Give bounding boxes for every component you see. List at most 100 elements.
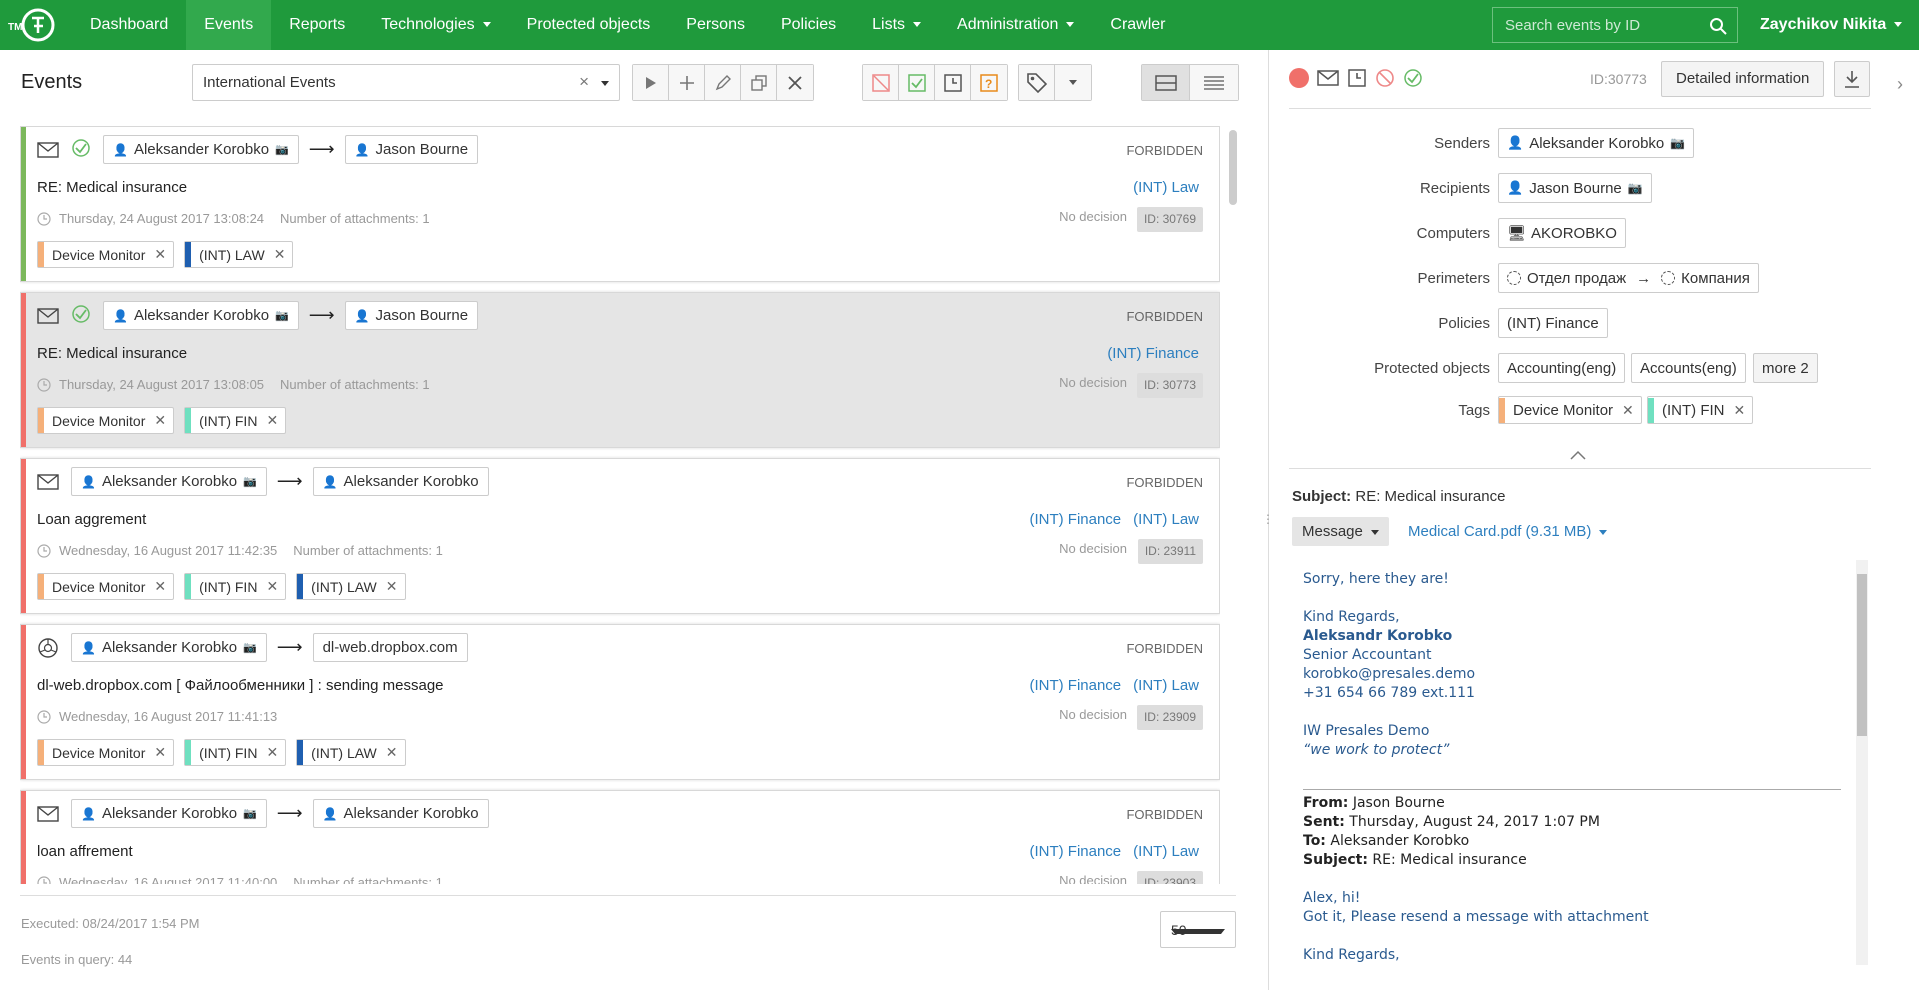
detail-tag[interactable]: (INT) FIN ✕ — [1647, 396, 1754, 424]
remove-tag-icon[interactable]: ✕ — [1622, 402, 1634, 419]
event-card[interactable]: 👤 Aleksander Korobko 📷 ⟶ 👤 Jason Bourne FOR… — [20, 126, 1220, 282]
policy-link[interactable]: (INT) Law — [1133, 677, 1199, 694]
event-tag[interactable]: (INT) LAW ✕ — [296, 739, 406, 766]
event-card[interactable]: 👤 Aleksander Korobko 📷 ⟶ 👤 Aleksander Korob… — [20, 790, 1220, 884]
event-card[interactable]: 👤 Aleksander Korobko 📷 ⟶ 👤 Aleksander Korob… — [20, 458, 1220, 614]
recipient-chip[interactable]: 👤 Jason Bourne — [344, 135, 479, 164]
event-tag[interactable]: (INT) LAW ✕ — [184, 241, 294, 268]
nav-policies[interactable]: Policies — [763, 0, 854, 50]
query-select[interactable]: International Events × — [192, 64, 620, 101]
nav-persons[interactable]: Persons — [668, 0, 763, 50]
remove-tag-icon[interactable]: ✕ — [266, 744, 278, 761]
tag-button[interactable] — [1019, 65, 1055, 100]
policy-link[interactable]: (INT) Law — [1133, 179, 1199, 196]
nav-events[interactable]: Events — [186, 0, 272, 50]
nav-dashboard[interactable]: Dashboard — [72, 0, 186, 50]
list-view-button[interactable] — [1190, 65, 1238, 100]
card-view-button[interactable] — [1142, 65, 1190, 100]
protected-object-chip[interactable]: Accounting(eng) — [1498, 353, 1626, 383]
remove-tag-icon[interactable]: ✕ — [266, 578, 278, 595]
verdict-allowed-button[interactable] — [899, 65, 935, 100]
policy-link[interactable]: (INT) Law — [1133, 511, 1199, 528]
clear-icon[interactable]: × — [579, 72, 589, 92]
more-protected-objects-button[interactable]: more 2 — [1753, 353, 1818, 383]
download-button[interactable] — [1834, 61, 1870, 97]
splitter-handle-icon[interactable]: ⋮ — [1262, 512, 1274, 526]
attachment-link[interactable]: Medical Card.pdf (9.31 MB) — [1408, 523, 1608, 540]
message-scrollbar[interactable] — [1856, 560, 1868, 965]
remove-tag-icon[interactable]: ✕ — [154, 412, 166, 429]
delete-query-button[interactable] — [777, 65, 813, 100]
sender-chip[interactable]: 👤 Aleksander Korobko 📷 — [103, 135, 299, 164]
policy-link[interactable]: (INT) Finance — [1029, 843, 1121, 860]
policy-link[interactable]: (INT) Finance — [1029, 511, 1121, 528]
nav-crawler[interactable]: Crawler — [1092, 0, 1183, 50]
message-dropdown[interactable]: Message — [1292, 517, 1389, 546]
scrollbar-thumb[interactable] — [1857, 574, 1867, 736]
nav-lists[interactable]: Lists — [854, 0, 939, 50]
policy-chip[interactable]: (INT) Finance — [1498, 308, 1608, 338]
policy-link[interactable]: (INT) Finance — [1107, 345, 1199, 362]
verdict-pending-button[interactable] — [935, 65, 971, 100]
event-tag[interactable]: Device Monitor ✕ — [37, 739, 175, 766]
user-menu[interactable]: Zaychikov Nikita — [1760, 0, 1903, 50]
policy-link[interactable]: (INT) Law — [1133, 843, 1199, 860]
app-logo[interactable]: TM — [8, 6, 58, 44]
clock-icon[interactable] — [1347, 68, 1367, 88]
collapse-panel-icon[interactable]: › — [1897, 74, 1903, 95]
remove-tag-icon[interactable]: ✕ — [1733, 402, 1745, 419]
nav-technologies[interactable]: Technologies — [363, 0, 508, 50]
sender-chip[interactable]: 👤 Aleksander Korobko 📷 — [1498, 128, 1695, 158]
recipient-chip[interactable]: 👤 Jason Bourne — [344, 301, 479, 330]
list-scrollbar[interactable] — [1229, 130, 1237, 205]
sender-chip[interactable]: 👤 Aleksander Korobko 📷 — [71, 799, 267, 828]
event-tag[interactable]: (INT) FIN ✕ — [184, 739, 287, 766]
detailed-information-button[interactable]: Detailed information — [1661, 61, 1825, 97]
event-tag[interactable]: Device Monitor ✕ — [37, 407, 175, 434]
remove-tag-icon[interactable]: ✕ — [154, 246, 166, 263]
forbidden-icon[interactable] — [1375, 68, 1395, 88]
detail-tag[interactable]: Device Monitor ✕ — [1498, 396, 1642, 424]
chevron-down-icon[interactable] — [601, 81, 609, 86]
remove-tag-icon[interactable]: ✕ — [154, 578, 166, 595]
event-tag[interactable]: Device Monitor ✕ — [37, 241, 175, 268]
recipient-chip[interactable]: 👤 Jason Bourne 📷 — [1498, 173, 1652, 203]
nav-protected-objects[interactable]: Protected objects — [509, 0, 669, 50]
edit-query-button[interactable] — [705, 65, 741, 100]
recipient-chip[interactable]: 👤 Aleksander Korobko — [312, 467, 489, 496]
sender-chip[interactable]: 👤 Aleksander Korobko 📷 — [103, 301, 299, 330]
verdict-unknown-button[interactable]: ? — [971, 65, 1007, 100]
search-icon[interactable] — [1709, 17, 1727, 35]
computer-chip[interactable]: 🖥 AKOROBKO — [1498, 218, 1626, 248]
run-query-button[interactable] — [633, 65, 669, 100]
nav-reports[interactable]: Reports — [271, 0, 363, 50]
tag-dropdown-button[interactable] — [1055, 65, 1091, 100]
nav-administration[interactable]: Administration — [939, 0, 1092, 50]
event-tag[interactable]: (INT) FIN ✕ — [184, 407, 287, 434]
perimeter-chip[interactable]: Отдел продаж → Компания — [1498, 263, 1759, 293]
protected-object-chip[interactable]: Accounts(eng) — [1631, 353, 1746, 383]
verdict-forbidden-button[interactable] — [863, 65, 899, 100]
chevron-up-icon[interactable] — [1570, 447, 1586, 463]
event-tag[interactable]: (INT) FIN ✕ — [184, 573, 287, 600]
sender-chip[interactable]: 👤 Aleksander Korobko 📷 — [71, 633, 267, 662]
recipient-chip[interactable]: 👤 Aleksander Korobko — [312, 799, 489, 828]
event-card[interactable]: 👤 Aleksander Korobko 📷 ⟶ dl-web.dropbox.co… — [20, 624, 1220, 780]
chevron-down-icon — [482, 22, 491, 28]
copy-query-button[interactable] — [741, 65, 777, 100]
event-card[interactable]: 👤 Aleksander Korobko 📷 ⟶ 👤 Jason Bourne FOR… — [20, 292, 1220, 448]
remove-tag-icon[interactable]: ✕ — [154, 744, 166, 761]
event-tag[interactable]: (INT) LAW ✕ — [296, 573, 406, 600]
remove-tag-icon[interactable]: ✕ — [386, 578, 398, 595]
sender-chip[interactable]: 👤 Aleksander Korobko 📷 — [71, 467, 267, 496]
recipient-chip[interactable]: dl-web.dropbox.com — [312, 633, 468, 662]
search-events-input[interactable]: Search events by ID — [1492, 7, 1738, 43]
check-icon[interactable] — [1403, 68, 1423, 88]
add-query-button[interactable] — [669, 65, 705, 100]
policy-link[interactable]: (INT) Finance — [1029, 677, 1121, 694]
remove-tag-icon[interactable]: ✕ — [274, 246, 286, 263]
remove-tag-icon[interactable]: ✕ — [266, 412, 278, 429]
remove-tag-icon[interactable]: ✕ — [386, 744, 398, 761]
page-size-select[interactable]: 50 — [1160, 911, 1236, 948]
event-tag[interactable]: Device Monitor ✕ — [37, 573, 175, 600]
